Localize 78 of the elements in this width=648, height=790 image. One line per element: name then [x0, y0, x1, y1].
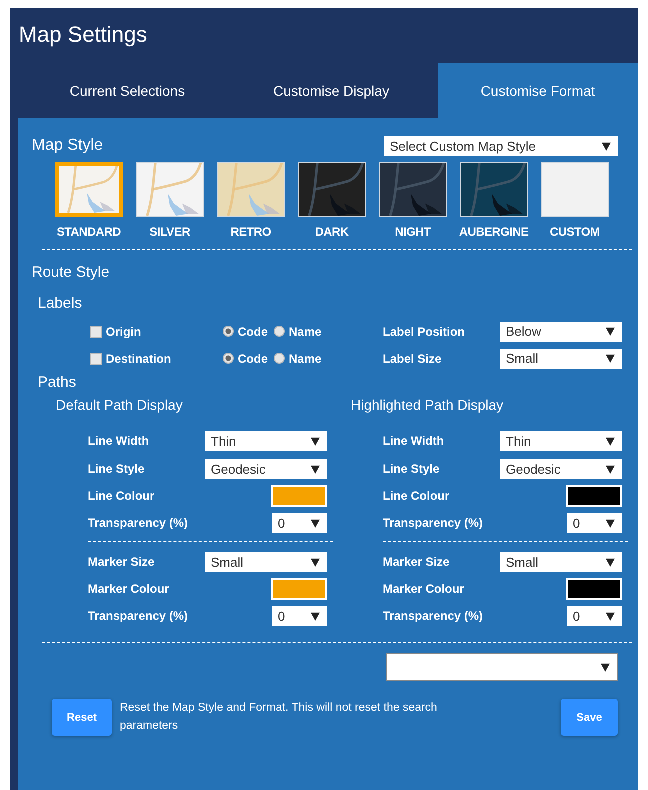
caret-icon — [606, 436, 615, 446]
dropdown[interactable]: Small — [500, 348, 622, 368]
style-label: NIGHT — [395, 225, 431, 239]
dropdown[interactable]: 0 — [272, 513, 327, 533]
caret-icon — [606, 612, 615, 620]
radio-button[interactable] — [274, 353, 285, 364]
setting-label: Marker Colour — [383, 582, 464, 596]
radio-label: Code — [238, 324, 268, 338]
caret-icon — [311, 436, 320, 446]
tab[interactable]: Customise Format — [438, 63, 638, 118]
setting-label: Marker Size — [383, 555, 450, 569]
dropdown[interactable]: Thin — [205, 431, 327, 451]
radio-label: Code — [238, 352, 268, 366]
caret-icon — [311, 518, 320, 528]
radio-button[interactable] — [223, 326, 234, 337]
caret-icon — [606, 518, 615, 528]
style-label: STANDARD — [56, 225, 122, 239]
color-swatch[interactable] — [271, 578, 327, 600]
checkbox-label: Origin — [106, 324, 142, 338]
radio-button[interactable] — [274, 326, 285, 337]
setting-label: Marker Size — [88, 555, 155, 569]
caret-icon — [601, 662, 610, 672]
radio-label: Name — [289, 324, 322, 338]
setting-label: Transparency (%) — [383, 516, 484, 530]
radio-label: Name — [289, 352, 322, 366]
radio-button[interactable] — [223, 353, 234, 364]
window-title: Map Settings — [18, 21, 148, 49]
checkbox[interactable] — [90, 352, 102, 364]
dropdown[interactable]: 0 — [567, 513, 622, 533]
subsection-heading: Paths — [38, 374, 78, 391]
style-label: SILVER — [150, 225, 190, 239]
dropdown[interactable]: Below — [500, 322, 622, 342]
style-label: CUSTOM — [550, 225, 600, 239]
setting-label: Line Style — [383, 462, 440, 476]
dropdown[interactable]: Small — [205, 552, 327, 572]
style-label: AUBERGINE — [459, 225, 529, 239]
caret-icon — [606, 464, 615, 474]
color-swatch[interactable] — [566, 578, 622, 600]
column-heading: Highlighted Path Display — [351, 397, 505, 413]
section-heading: Map Style — [32, 137, 104, 155]
setting-label: Transparency (%) — [88, 516, 188, 530]
setting-label: Line Style — [88, 462, 145, 476]
color-swatch[interactable] — [271, 485, 327, 507]
color-swatch[interactable] — [566, 485, 622, 507]
setting-label: Label Position — [383, 324, 466, 338]
tab[interactable]: Customise Display — [225, 63, 438, 118]
setting-label: Transparency (%) — [383, 609, 484, 623]
reset-note: Reset the Map Style and Format. This will not reset the search parameters — [120, 701, 438, 734]
dropdown[interactable] — [386, 653, 618, 681]
setting-label: Line Width — [383, 434, 444, 448]
checkbox-label: Destination — [106, 352, 172, 366]
caret-icon — [602, 142, 611, 150]
dropdown[interactable]: 0 — [567, 606, 622, 626]
dropdown[interactable]: Thin — [500, 431, 622, 451]
style-label: DARK — [315, 225, 349, 239]
dropdown[interactable]: 0 — [272, 606, 327, 626]
dropdown[interactable]: Geodesic — [205, 459, 327, 479]
caret-icon — [606, 558, 615, 566]
caret-icon — [311, 612, 320, 620]
setting-label: Label Size — [383, 352, 443, 366]
dropdown[interactable]: Geodesic — [500, 459, 622, 479]
caret-icon — [606, 327, 615, 336]
custom-style-select[interactable]: Select Custom Map Style — [384, 136, 618, 156]
caret-icon — [311, 464, 320, 474]
subsection-heading: Labels — [38, 295, 84, 312]
setting-label: Transparency (%) — [88, 609, 188, 623]
style-label: RETRO — [230, 225, 272, 239]
column-heading: Default Path Display — [56, 397, 184, 413]
section-heading: Route Style — [32, 264, 111, 281]
setting-label: Line Colour — [88, 489, 155, 503]
caret-icon — [311, 558, 320, 566]
caret-icon — [606, 354, 615, 363]
checkbox[interactable] — [90, 326, 102, 338]
tab[interactable]: Current Selections — [10, 63, 225, 118]
setting-label: Line Width — [88, 434, 150, 448]
setting-label: Line Colour — [383, 489, 450, 503]
setting-label: Marker Colour — [88, 582, 170, 596]
dropdown[interactable]: Small — [500, 552, 622, 572]
